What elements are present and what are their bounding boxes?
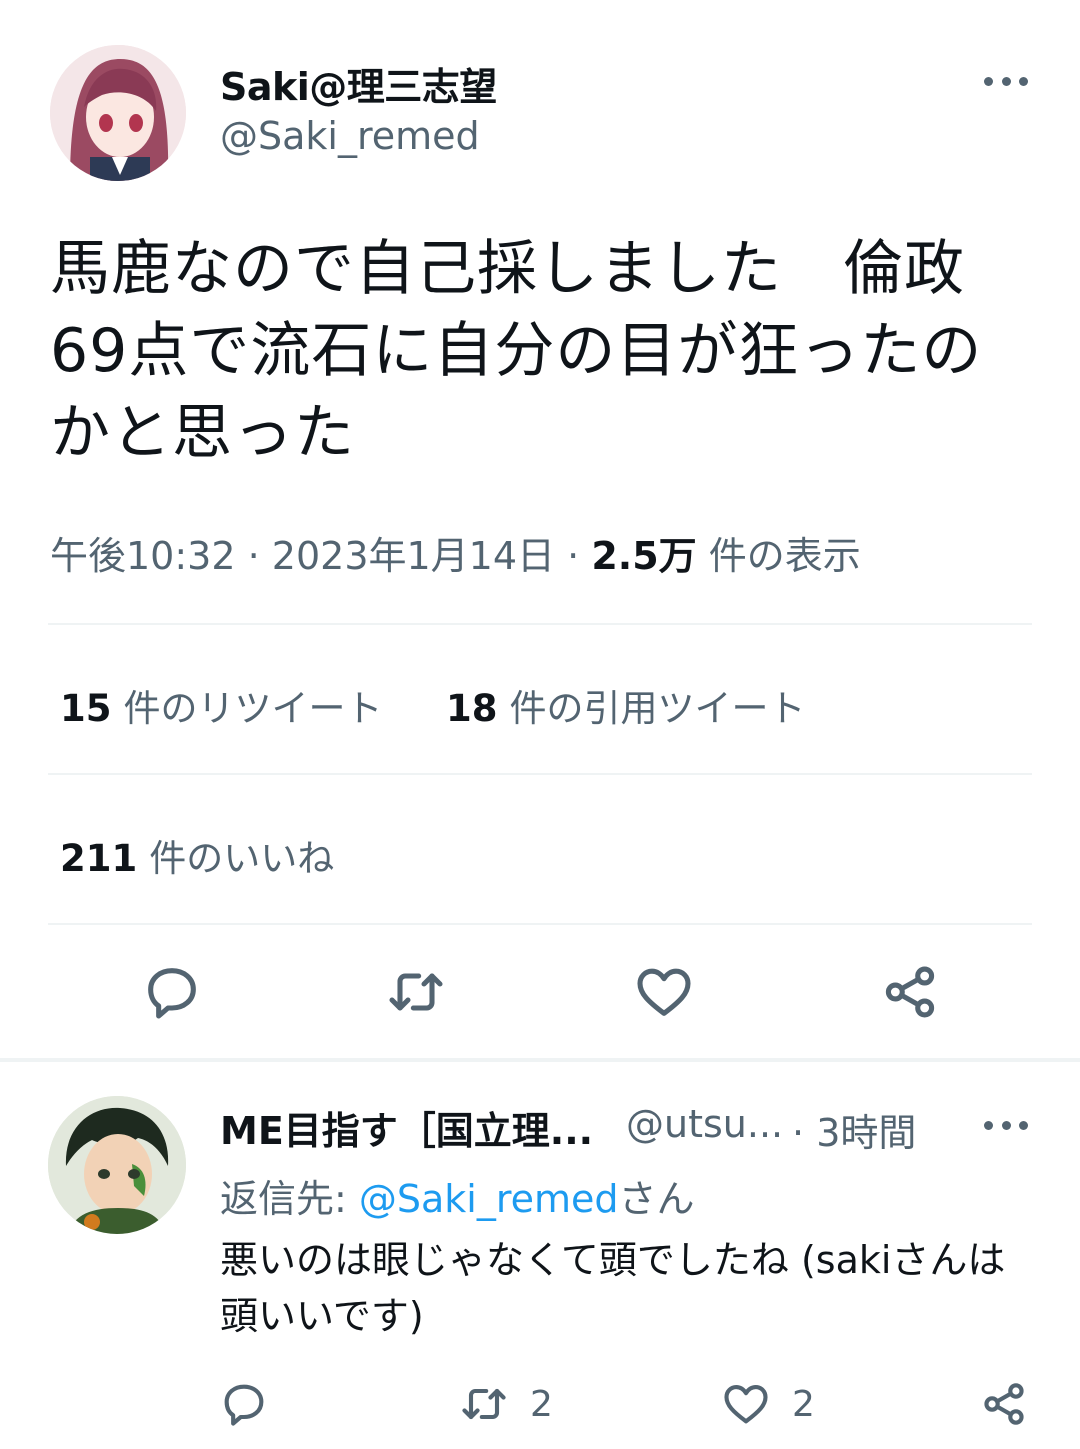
quotes-stat[interactable]: 18 件の引用ツイート bbox=[446, 678, 806, 732]
reply-more-options-icon[interactable] bbox=[984, 1118, 1028, 1132]
likes-label: 件のいいね bbox=[149, 837, 335, 880]
likes-stat[interactable]: 211 件のいいね bbox=[60, 828, 334, 882]
reply-author-name[interactable]: ME目指す［国立理... bbox=[220, 1100, 593, 1155]
views-count: 2.5万 bbox=[591, 534, 697, 578]
more-options-icon[interactable] bbox=[984, 74, 1028, 88]
retweet-icon[interactable] bbox=[384, 960, 448, 1024]
tweet-time[interactable]: 午後10:32 bbox=[50, 534, 236, 578]
reply-icon bbox=[218, 1378, 270, 1430]
retweets-count: 15 bbox=[60, 687, 112, 730]
reply-like-count: 2 bbox=[792, 1383, 815, 1425]
reply-separator: · bbox=[792, 1111, 805, 1155]
share-icon bbox=[978, 1378, 1030, 1430]
reply-author-handle[interactable]: @utsu... bbox=[626, 1102, 783, 1146]
reply-retweet-button[interactable]: 2 bbox=[458, 1378, 553, 1430]
divider bbox=[48, 923, 1032, 925]
reply-to-suffix: さん bbox=[618, 1177, 695, 1221]
reply-time-value: 3時間 bbox=[816, 1111, 917, 1155]
meta-separator: · bbox=[247, 534, 260, 578]
share-icon[interactable] bbox=[878, 960, 942, 1024]
reply-icon[interactable] bbox=[140, 960, 204, 1024]
retweets-label: 件のリツイート bbox=[123, 687, 383, 730]
views-label: 件の表示 bbox=[708, 534, 861, 578]
reply-reply-button[interactable] bbox=[218, 1378, 270, 1430]
quotes-label: 件の引用ツイート bbox=[509, 687, 806, 730]
divider bbox=[48, 623, 1032, 625]
tweet-text: 馬鹿なので自己採しました 倫政69点で流石に自分の目が狂ったのかと思った bbox=[50, 234, 983, 468]
meta-separator: · bbox=[567, 534, 580, 578]
reply-retweet-count: 2 bbox=[530, 1383, 553, 1425]
retweets-stat[interactable]: 15 件のリツイート bbox=[60, 678, 383, 732]
reply-to-mention[interactable]: @Saki_remed bbox=[359, 1177, 619, 1221]
reply-text: 悪いのは眼じゃなくて頭でしたね (sakiさんは頭いいです) bbox=[220, 1238, 1006, 1338]
reply-time[interactable]: · 3時間 bbox=[792, 1102, 916, 1157]
reply-author-avatar[interactable] bbox=[48, 1096, 186, 1234]
reply-like-button[interactable]: 2 bbox=[720, 1378, 815, 1430]
reply-share-button[interactable] bbox=[978, 1378, 1030, 1430]
divider bbox=[48, 773, 1032, 775]
tweet-meta: 午後10:32 · 2023年1月14日 · 2.5万 件の表示 bbox=[50, 525, 861, 580]
section-divider bbox=[0, 1058, 1080, 1062]
reply-to-label: 返信先: bbox=[220, 1177, 359, 1221]
likes-count: 211 bbox=[60, 837, 138, 880]
author-avatar[interactable] bbox=[50, 45, 186, 181]
heart-icon bbox=[720, 1378, 772, 1430]
like-icon[interactable] bbox=[632, 960, 696, 1024]
retweet-icon bbox=[458, 1378, 510, 1430]
quotes-count: 18 bbox=[446, 687, 498, 730]
reply-to-line: 返信先: @Saki_remedさん bbox=[220, 1168, 695, 1223]
author-name[interactable]: Saki@理三志望 bbox=[220, 56, 497, 111]
author-handle[interactable]: @Saki_remed bbox=[220, 114, 480, 158]
tweet-date[interactable]: 2023年1月14日 bbox=[272, 534, 555, 578]
